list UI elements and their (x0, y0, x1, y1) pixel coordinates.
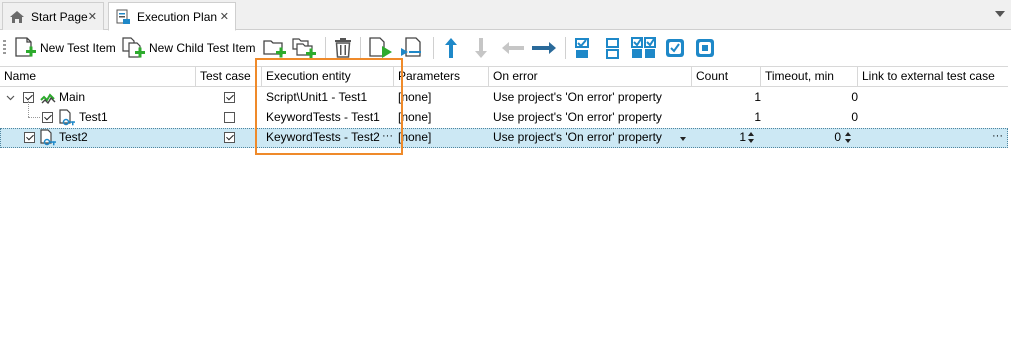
row-count[interactable]: 1 (692, 88, 761, 108)
row-execution-entity[interactable]: KeywordTests - Test1 (266, 108, 380, 128)
toolbar-separator (360, 37, 361, 59)
check-all-button[interactable] (630, 35, 658, 61)
new-test-item-label: New Test Item (40, 41, 116, 55)
row-parameters[interactable]: [none] (398, 108, 431, 128)
collapse-chevron-icon[interactable] (6, 88, 15, 108)
check-icon (575, 38, 589, 58)
new-group-button[interactable] (262, 35, 288, 61)
browse-ellipsis-button[interactable]: ··· (382, 130, 393, 142)
tab-execution-plan-label: Execution Plan (137, 9, 218, 24)
column-header-execution-entity[interactable]: Execution entity (262, 67, 394, 86)
new-test-item-button[interactable]: New Test Item (13, 35, 116, 61)
row-name: Test2 (59, 130, 88, 144)
table-row-selected[interactable]: Test2 KeywordTests - Test2 ··· [none] Us… (0, 128, 1008, 148)
check-all-icon (631, 37, 656, 58)
test-case-checkbox[interactable] (224, 92, 235, 103)
run-button[interactable] (368, 35, 394, 61)
column-header-count[interactable]: Count (692, 67, 761, 86)
move-up-icon (445, 38, 457, 58)
row-on-error[interactable]: Use project's 'On error' property (493, 88, 662, 108)
tab-start-page[interactable]: Start Page ✕ (2, 2, 104, 30)
new-child-test-item-label: New Child Test Item (149, 41, 256, 55)
move-left-button[interactable] (500, 35, 526, 61)
group-icon (40, 93, 56, 105)
column-header-parameters[interactable]: Parameters (394, 67, 489, 86)
check-selected-button[interactable] (664, 35, 686, 61)
toolbar-grip[interactable] (3, 40, 6, 56)
close-icon[interactable]: ✕ (220, 10, 229, 23)
column-header-link[interactable]: Link to external test case (858, 67, 1008, 86)
new-group-icon (263, 40, 286, 58)
row-timeout[interactable]: 0 (761, 108, 858, 128)
move-up-button[interactable] (441, 35, 461, 61)
run-icon (369, 37, 392, 58)
column-header-on-error[interactable]: On error (489, 67, 692, 86)
uncheck-selected-icon (696, 39, 714, 57)
uncheck-all-icon (606, 38, 619, 59)
row-timeout[interactable]: 0 (761, 88, 858, 108)
table-row[interactable]: Main Script\Unit1 - Test1 [none] Use pro… (0, 88, 1008, 108)
move-left-icon (502, 42, 524, 54)
move-right-button[interactable] (530, 35, 558, 61)
row-on-error[interactable]: Use project's 'On error' property (493, 108, 662, 128)
row-name: Main (59, 90, 86, 104)
link-ellipsis-button[interactable]: ··· (992, 130, 1003, 142)
toolbar-separator (325, 37, 326, 59)
toolbar: New Test Item New Child Test Item (0, 31, 1011, 65)
grid-header: Name Test case Execution entity Paramete… (0, 66, 1008, 87)
toolbar-separator (565, 37, 566, 59)
delete-icon (335, 38, 351, 58)
close-icon[interactable]: ✕ (88, 10, 97, 23)
row-on-error[interactable]: Use project's 'On error' property (493, 128, 662, 148)
row-count[interactable]: 1 (692, 108, 761, 128)
move-right-icon (532, 42, 556, 54)
new-child-group-icon (292, 38, 316, 59)
run-selected-button[interactable] (400, 35, 426, 61)
count-spinner-icon[interactable] (747, 131, 754, 145)
row-execution-entity[interactable]: Script\Unit1 - Test1 (266, 88, 367, 108)
column-header-name[interactable]: Name (0, 67, 196, 86)
new-child-group-button[interactable] (292, 35, 318, 61)
uncheck-selected-button[interactable] (694, 35, 716, 61)
uncheck-all-button[interactable] (603, 35, 623, 61)
run-selected-icon (401, 37, 421, 57)
delete-button[interactable] (332, 35, 354, 61)
row-parameters[interactable]: [none] (398, 88, 431, 108)
check-selected-icon (666, 39, 684, 57)
new-test-item-icon (15, 37, 36, 57)
test-case-checkbox[interactable] (224, 132, 235, 143)
tabs-menu-chevron-down-icon[interactable] (995, 11, 1005, 17)
move-down-button[interactable] (471, 35, 491, 61)
test-item-icon (59, 109, 75, 126)
check-button[interactable] (573, 35, 593, 61)
move-down-icon (475, 38, 487, 58)
on-error-dropdown-arrow-icon[interactable] (680, 137, 686, 141)
table-row[interactable]: Test1 KeywordTests - Test1 [none] Use pr… (0, 108, 1008, 128)
row-name: Test1 (79, 110, 108, 124)
new-child-test-item-button[interactable]: New Child Test Item (122, 35, 255, 61)
row-execution-entity[interactable]: KeywordTests - Test2 (266, 128, 380, 148)
new-child-test-item-icon (122, 37, 145, 58)
test-item-icon (40, 129, 56, 146)
home-icon (10, 10, 24, 23)
execution-plan-icon (116, 9, 130, 24)
row-enabled-checkbox[interactable] (24, 132, 35, 143)
toolbar-separator (433, 37, 434, 59)
row-parameters[interactable]: [none] (398, 128, 431, 148)
test-case-checkbox[interactable] (224, 112, 235, 123)
tab-start-page-label: Start Page (31, 9, 88, 24)
timeout-spinner-icon[interactable] (844, 131, 851, 145)
row-timeout[interactable]: 0 (761, 128, 841, 148)
tab-execution-plan[interactable]: Execution Plan ✕ (108, 2, 236, 31)
column-header-test-case[interactable]: Test case (196, 67, 262, 86)
tab-strip: Start Page ✕ Execution Plan ✕ (0, 0, 1011, 31)
row-count[interactable]: 1 (692, 128, 746, 148)
row-enabled-checkbox[interactable] (42, 112, 53, 123)
column-header-timeout[interactable]: Timeout, min (761, 67, 858, 86)
